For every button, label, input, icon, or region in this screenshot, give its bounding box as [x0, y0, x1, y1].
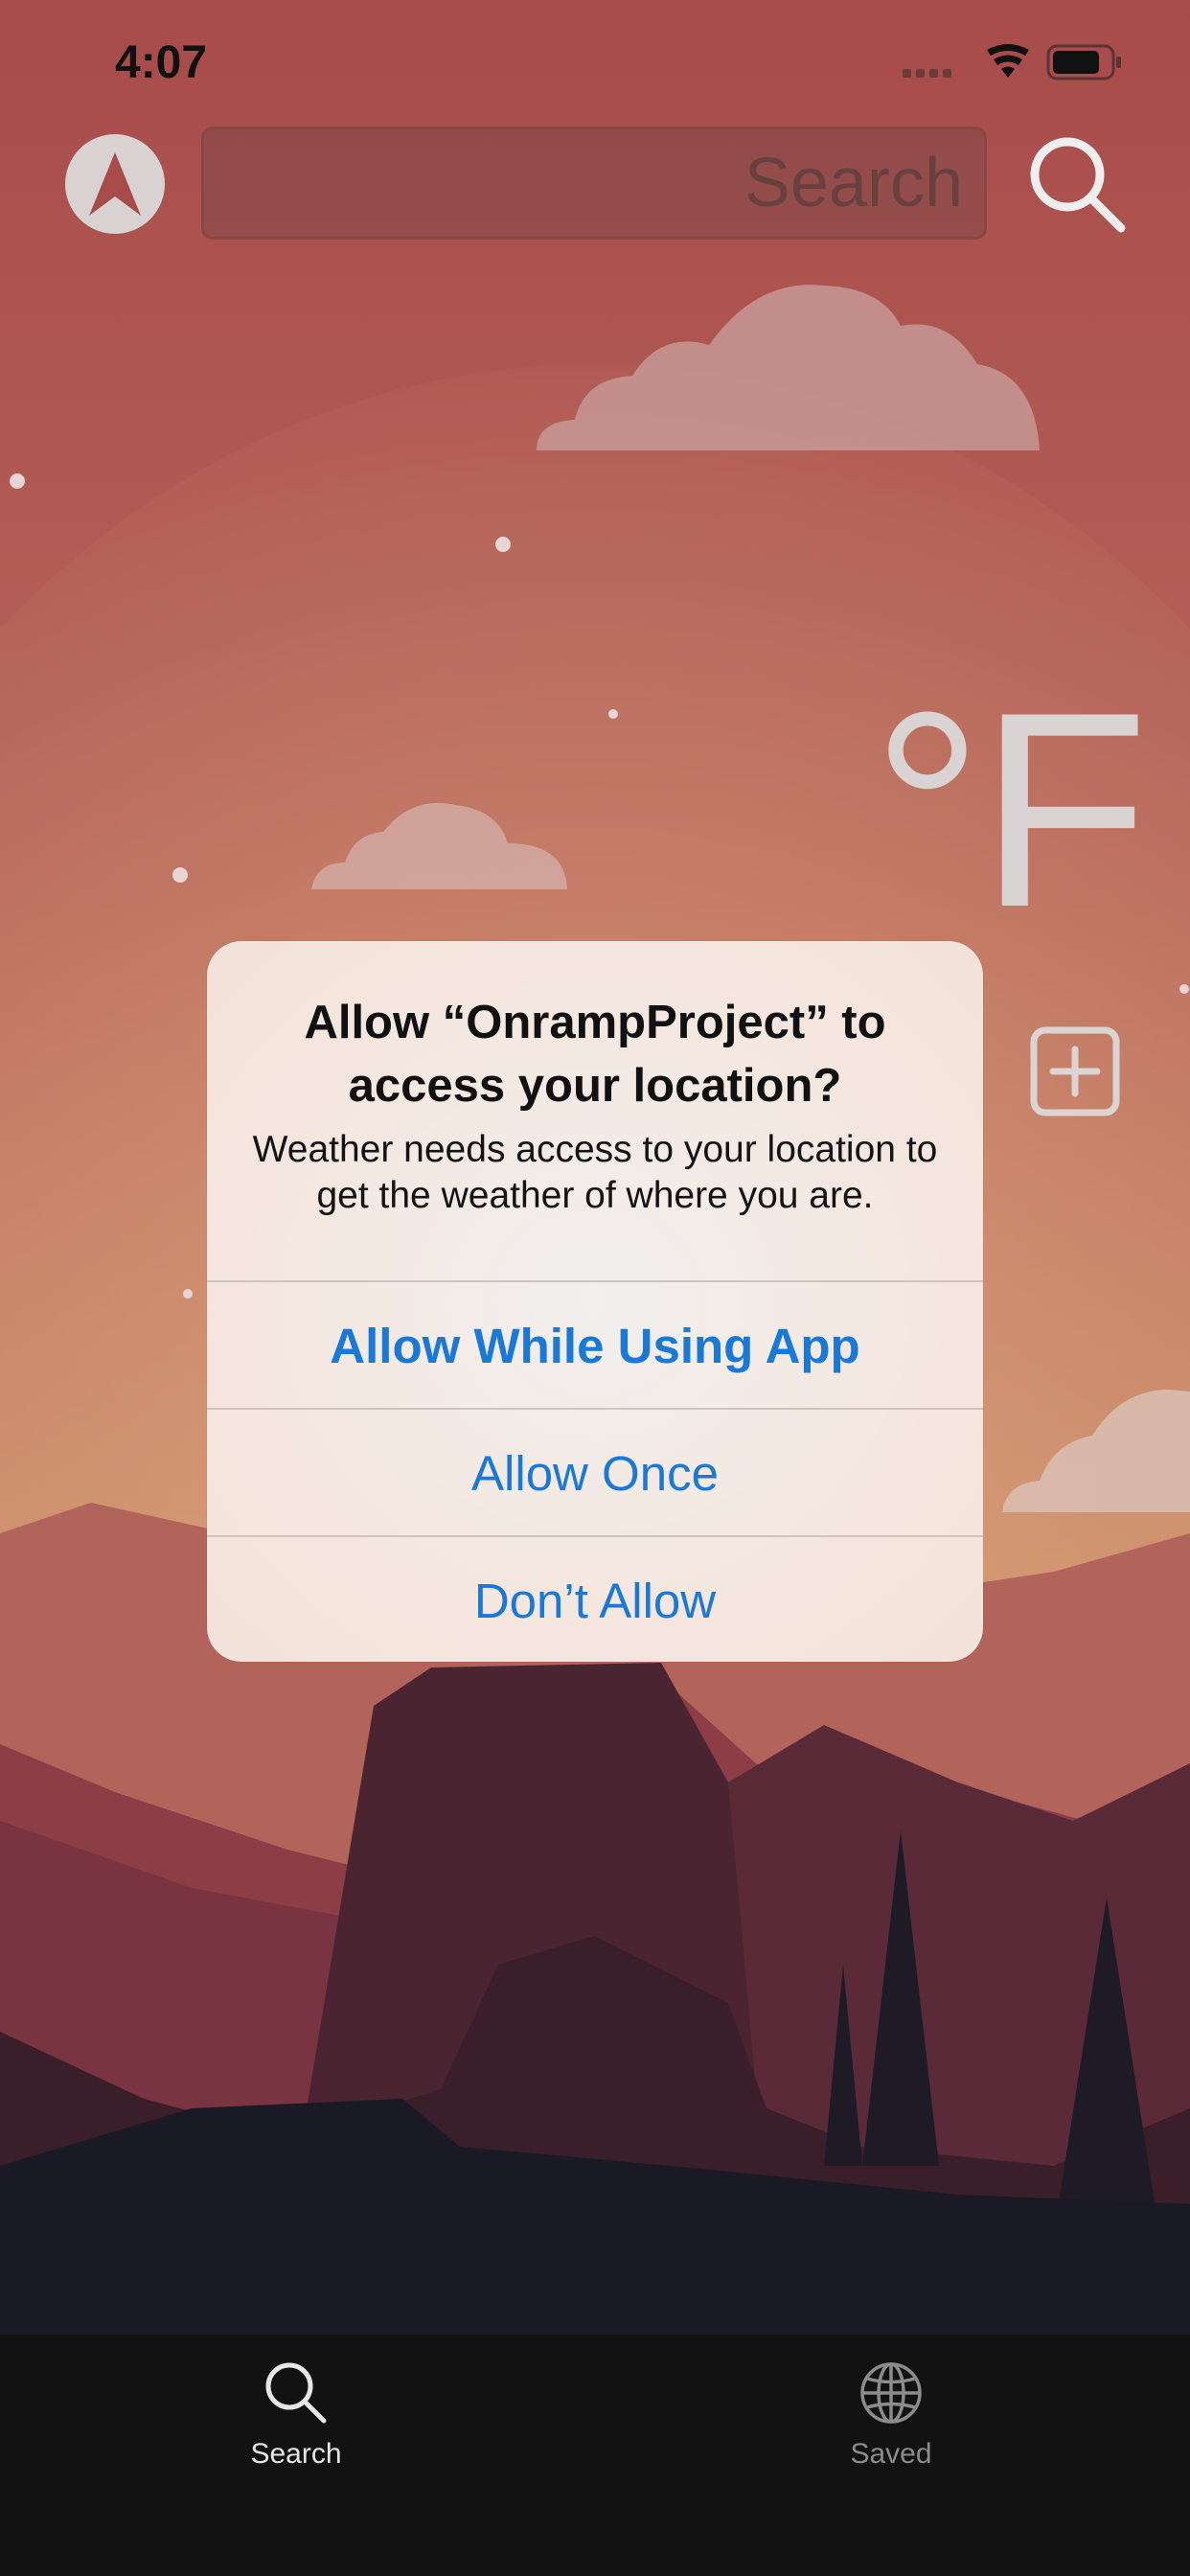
- search-placeholder: Search: [744, 145, 963, 221]
- alert-message: Weather needs access to your location to…: [252, 1129, 938, 1216]
- magnifier-icon: [1030, 137, 1126, 233]
- temperature-unit-toggle[interactable]: °F: [872, 671, 1149, 949]
- status-indicators: [903, 44, 1121, 80]
- plus-square-icon: [1030, 1026, 1120, 1116]
- current-location-button[interactable]: [65, 134, 165, 234]
- tab-saved[interactable]: Saved: [776, 2359, 1006, 2494]
- location-arrow-icon: [89, 152, 141, 216]
- alert-title: Allow “OnrampProject” to access your loc…: [304, 997, 886, 1112]
- tab-search[interactable]: Search: [181, 2359, 411, 2494]
- tab-saved-label: Saved: [850, 2438, 932, 2470]
- tab-search-label: Search: [250, 2438, 342, 2470]
- magnifier-icon: [265, 2362, 327, 2424]
- allow-once-button[interactable]: Allow Once: [207, 1408, 983, 1536]
- add-location-button[interactable]: [1029, 1025, 1121, 1117]
- dont-allow-button[interactable]: Don’t Allow: [207, 1535, 983, 1662]
- cellular-signal-icon: [903, 69, 951, 78]
- location-permission-alert: Allow “OnrampProject” to access your loc…: [207, 941, 983, 1662]
- globe-icon: [860, 2362, 922, 2424]
- wifi-icon: [987, 44, 1029, 78]
- battery-icon: [1046, 44, 1121, 80]
- tab-bar: Search Saved: [0, 2334, 1190, 2576]
- search-input[interactable]: Search: [201, 126, 987, 240]
- status-time: 4:07: [115, 37, 208, 88]
- search-button[interactable]: [1025, 132, 1131, 238]
- allow-while-using-app-button[interactable]: Allow While Using App: [207, 1280, 983, 1409]
